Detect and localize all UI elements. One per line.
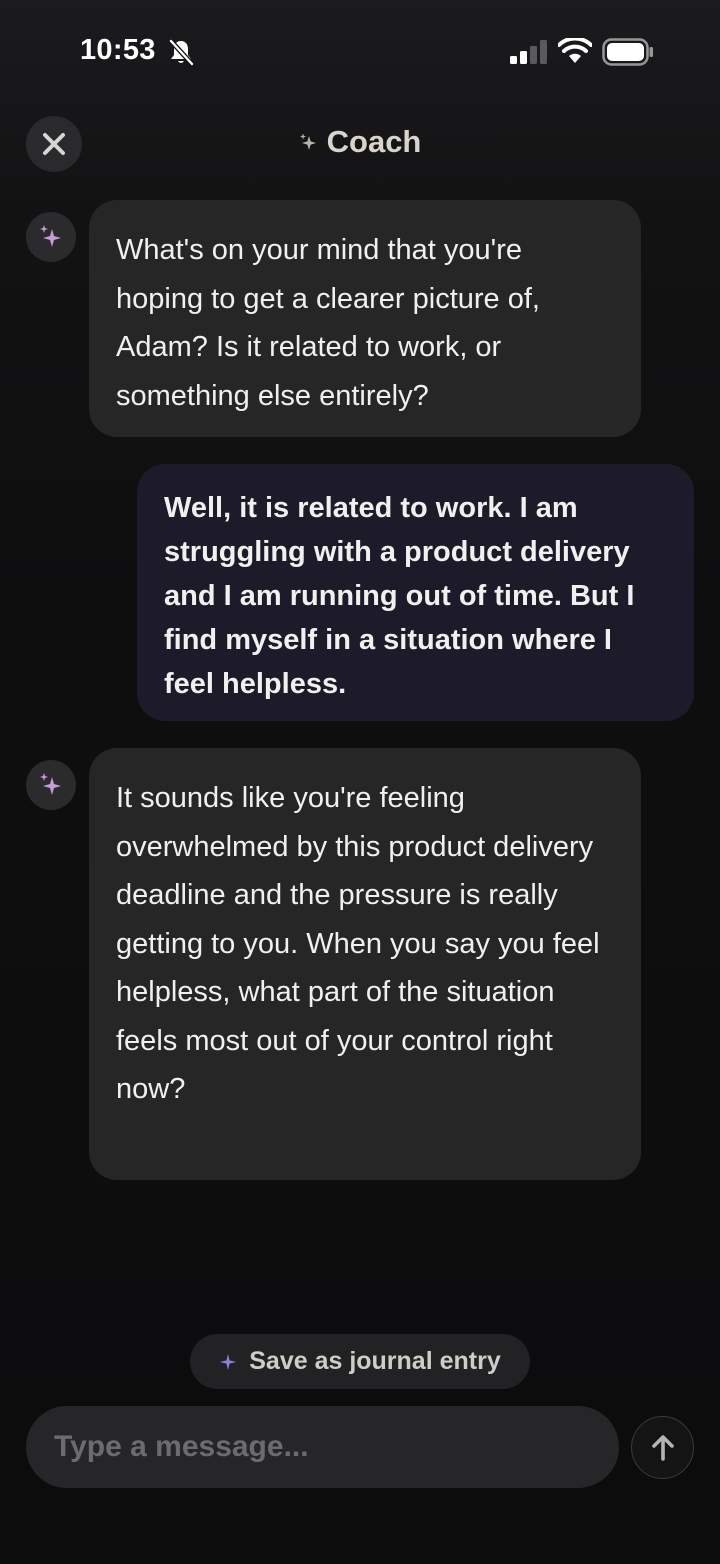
coach-avatar: [26, 760, 76, 810]
bell-slash-icon: [169, 39, 194, 66]
message-input[interactable]: [26, 1406, 619, 1488]
header-title-group: Coach: [0, 124, 720, 160]
cellular-signal-icon: [510, 40, 547, 64]
assistant-message: What's on your mind that you're hoping t…: [89, 200, 641, 437]
sparkle-icon: [40, 773, 61, 795]
sparkle-icon: [299, 133, 316, 150]
save-journal-label: Save as journal entry: [249, 1347, 501, 1375]
arrow-up-icon: [651, 1434, 674, 1461]
header: Coach: [0, 112, 720, 176]
save-journal-button[interactable]: Save as journal entry: [190, 1334, 530, 1389]
sparkle-icon: [40, 225, 61, 247]
status-time: 10:53: [80, 34, 156, 66]
send-button[interactable]: [631, 1416, 694, 1479]
battery-icon: [602, 38, 653, 66]
message-text: Well, it is related to work. I am strugg…: [164, 492, 635, 700]
assistant-message: It sounds like you're feeling overwhelme…: [89, 748, 641, 1180]
message-text: It sounds like you're feeling overwhelme…: [116, 782, 600, 1105]
sparkle-icon: [220, 1353, 237, 1370]
page-title: Coach: [326, 124, 422, 159]
coach-avatar: [26, 212, 76, 262]
status-bar: 10:53: [0, 0, 720, 100]
user-message: Well, it is related to work. I am strugg…: [137, 464, 694, 721]
message-text: What's on your mind that you're hoping t…: [116, 234, 540, 412]
wifi-icon: [558, 38, 592, 63]
chat-screen: 10:53 Coach What's on your mind that you…: [0, 0, 720, 1564]
